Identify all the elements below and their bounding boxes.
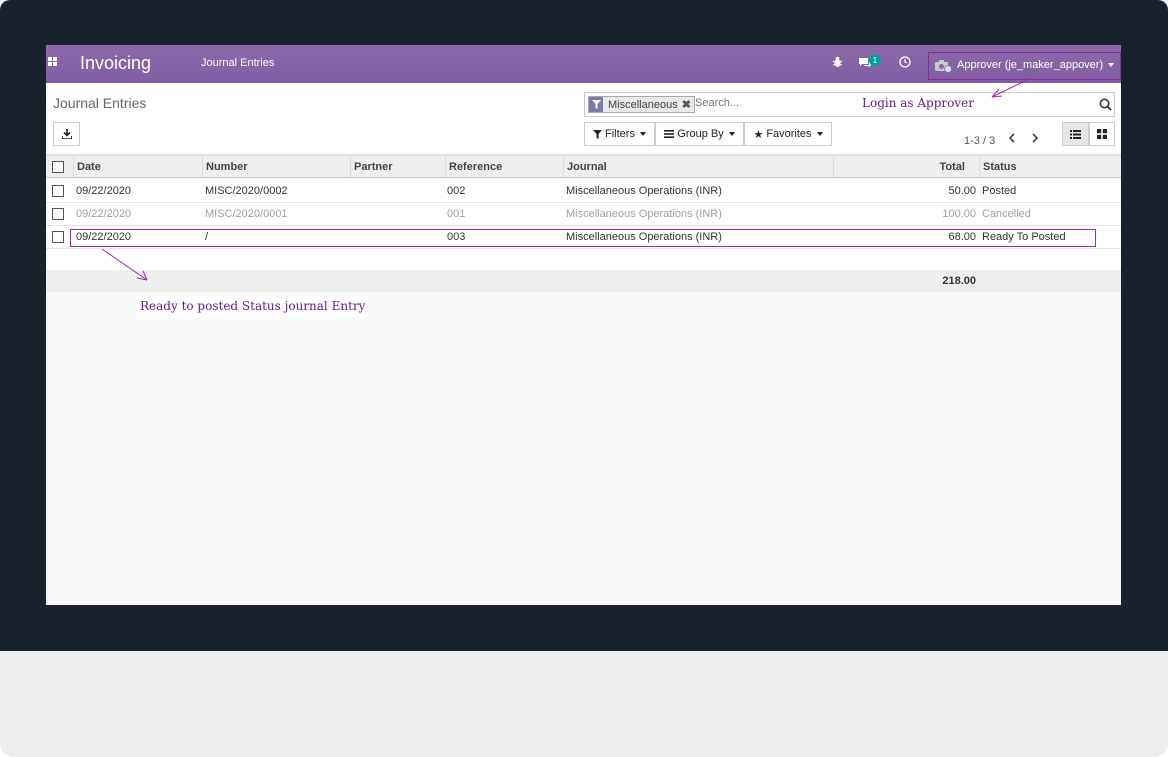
- monitor-base: [0, 651, 1168, 757]
- annotation-arrows: [101, 77, 1032, 281]
- app-screen: Invoicing Journal Entries 1 Approver (je…: [46, 45, 1121, 605]
- status-arrow: [101, 248, 148, 281]
- login-arrow: [991, 77, 1032, 98]
